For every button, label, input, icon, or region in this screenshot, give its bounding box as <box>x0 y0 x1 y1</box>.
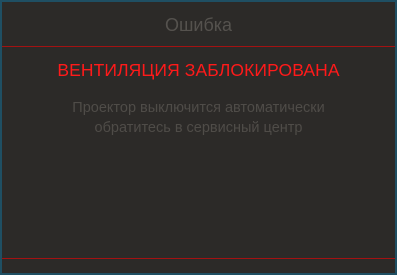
message-text: Проектор выключится автоматически обрати… <box>2 98 395 138</box>
error-dialog: Ошибка ВЕНТИЛЯЦИЯ ЗАБЛОКИРОВАНА Проектор… <box>0 0 397 275</box>
warning-text: ВЕНТИЛЯЦИЯ ЗАБЛОКИРОВАНА <box>57 60 340 80</box>
message-line-1: Проектор выключится автоматически <box>72 100 325 116</box>
bottom-divider <box>2 258 395 259</box>
dialog-title: Ошибка <box>164 15 233 35</box>
title-divider <box>2 46 395 47</box>
message-line-2: обратитесь в сервисный центр <box>94 120 303 136</box>
